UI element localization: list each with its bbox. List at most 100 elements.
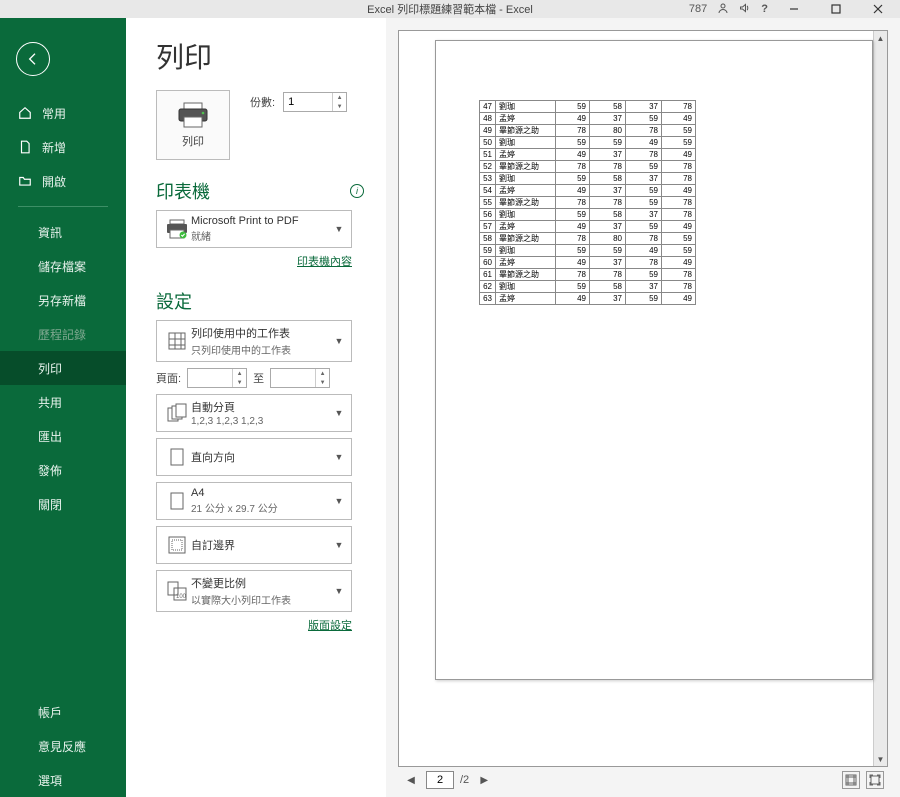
scrollbar-vertical[interactable]: ▲ ▼: [873, 31, 887, 766]
page-setup-link[interactable]: 版面設定: [308, 620, 352, 632]
collate-dropdown[interactable]: 自動分頁 1,2,3 1,2,3 1,2,3 ▼: [156, 394, 352, 432]
nav-home[interactable]: 常用: [0, 96, 126, 130]
close-button[interactable]: [862, 0, 894, 18]
backstage-sidebar: 常用 新增 開啟 資訊 儲存檔案 另存新檔 歷程記錄 列印 共用 匯出 發佈 關…: [0, 18, 126, 797]
spin-down[interactable]: ▼: [333, 102, 346, 111]
zoom-to-page-button[interactable]: [866, 771, 884, 789]
nav-label: 常用: [42, 105, 66, 122]
printer-icon: [176, 101, 210, 129]
print-sheets-dropdown[interactable]: 列印使用中的工作表 只列印使用中的工作表 ▼: [156, 320, 352, 362]
maximize-button[interactable]: [820, 0, 852, 18]
table-row: 48孟婷49375949: [480, 113, 696, 125]
nav-label: 資訊: [38, 224, 62, 241]
printer-dropdown[interactable]: Microsoft Print to PDF 就緒 ▼: [156, 210, 352, 248]
nav-label: 歷程記錄: [38, 326, 86, 343]
chevron-down-icon: ▼: [333, 452, 345, 462]
nav-label: 帳戶: [38, 704, 62, 721]
preview-table: 47劉珈5958377848孟婷4937594949畢節源之助788078595…: [479, 100, 696, 305]
nav-label: 共用: [38, 394, 62, 411]
chevron-down-icon: ▼: [333, 540, 345, 550]
table-row: 63孟婷49375949: [480, 293, 696, 305]
nav-label: 關閉: [38, 496, 62, 513]
back-button[interactable]: [16, 42, 50, 76]
table-row: 60孟婷49377849: [480, 257, 696, 269]
nav-publish[interactable]: 發佈: [0, 453, 126, 487]
page-from-input[interactable]: [188, 369, 232, 387]
scroll-down-button[interactable]: ▼: [874, 752, 887, 766]
pages-label: 頁面:: [156, 370, 181, 386]
nav-label: 發佈: [38, 462, 62, 479]
paper-icon: [170, 492, 184, 510]
orientation-dropdown[interactable]: 直向方向 ▼: [156, 438, 352, 476]
copies-spinner[interactable]: ▲▼: [283, 92, 347, 112]
pages-icon: [166, 403, 188, 423]
grid-icon: [167, 331, 187, 351]
scale-icon: 100: [167, 581, 187, 601]
paper-dropdown[interactable]: A4 21 公分 x 29.7 公分 ▼: [156, 482, 352, 520]
nav-share[interactable]: 共用: [0, 385, 126, 419]
chevron-down-icon: ▼: [333, 496, 345, 506]
copies-input[interactable]: [284, 93, 332, 111]
chevron-down-icon: ▼: [333, 586, 345, 596]
page-to-spinner[interactable]: ▲▼: [270, 368, 330, 388]
nav-label: 另存新檔: [38, 292, 86, 309]
nav-saveas[interactable]: 另存新檔: [0, 283, 126, 317]
table-row: 57孟婷49375949: [480, 221, 696, 233]
print-button[interactable]: 列印: [156, 90, 230, 160]
nav-label: 列印: [38, 360, 62, 377]
dd-label: 自動分頁: [191, 399, 333, 415]
nav-label: 開啟: [42, 173, 66, 190]
printer-name: Microsoft Print to PDF: [191, 215, 333, 227]
dd-sublabel: 以實際大小列印工作表: [191, 592, 333, 607]
table-row: 54孟婷49375949: [480, 185, 696, 197]
nav-close[interactable]: 關閉: [0, 487, 126, 521]
nav-new[interactable]: 新增: [0, 130, 126, 164]
scroll-up-button[interactable]: ▲: [874, 31, 887, 45]
help-icon[interactable]: ?: [761, 3, 768, 15]
printer-status: 就緒: [191, 228, 333, 243]
nav-label: 儲存檔案: [38, 258, 86, 275]
nav-export[interactable]: 匯出: [0, 419, 126, 453]
copies-label: 份數:: [250, 94, 275, 110]
table-row: 62劉珈59583778: [480, 281, 696, 293]
settings-section-title: 設定: [156, 288, 192, 314]
nav-open[interactable]: 開啟: [0, 164, 126, 198]
page-from-spinner[interactable]: ▲▼: [187, 368, 247, 388]
app-title: Excel 列印標題練習範本檔 - Excel: [367, 1, 533, 17]
nav-print[interactable]: 列印: [0, 351, 126, 385]
next-page-button[interactable]: ▶: [475, 771, 493, 789]
table-row: 51孟婷49377849: [480, 149, 696, 161]
page-to-input[interactable]: [271, 369, 315, 387]
chevron-down-icon: ▼: [333, 224, 345, 234]
printer-props-link[interactable]: 印表機內容: [297, 256, 352, 268]
margins-icon: [168, 536, 186, 554]
table-row: 61畢節源之助78785978: [480, 269, 696, 281]
nav-info[interactable]: 資訊: [0, 215, 126, 249]
dd-sublabel: 21 公分 x 29.7 公分: [191, 500, 333, 515]
megaphone-icon[interactable]: [739, 2, 751, 17]
scaling-dropdown[interactable]: 100 不變更比例 以實際大小列印工作表 ▼: [156, 570, 352, 612]
current-page-input[interactable]: [426, 771, 454, 789]
nav-label: 選項: [38, 772, 62, 789]
dd-label: 不變更比例: [191, 575, 333, 591]
dd-label: 直向方向: [191, 449, 333, 465]
nav-label: 匯出: [38, 428, 62, 445]
dd-label: 自訂邊界: [191, 537, 333, 553]
preview-page: 47劉珈5958377848孟婷4937594949畢節源之助788078595…: [435, 40, 873, 680]
folder-icon: [18, 174, 32, 188]
nav-account[interactable]: 帳戶: [0, 695, 126, 729]
minimize-button[interactable]: [778, 0, 810, 18]
show-margins-button[interactable]: [842, 771, 860, 789]
nav-options[interactable]: 選項: [0, 763, 126, 797]
table-row: 53劉珈59583778: [480, 173, 696, 185]
print-preview: 47劉珈5958377848孟婷4937594949畢節源之助788078595…: [398, 30, 888, 767]
info-icon[interactable]: i: [350, 184, 364, 198]
dd-sublabel: 只列印使用中的工作表: [191, 342, 333, 357]
spin-up[interactable]: ▲: [333, 93, 346, 102]
prev-page-button[interactable]: ◀: [402, 771, 420, 789]
user-icon[interactable]: [717, 2, 729, 17]
table-row: 50劉珈59594959: [480, 137, 696, 149]
nav-feedback[interactable]: 意見反應: [0, 729, 126, 763]
nav-save[interactable]: 儲存檔案: [0, 249, 126, 283]
margins-dropdown[interactable]: 自訂邊界 ▼: [156, 526, 352, 564]
